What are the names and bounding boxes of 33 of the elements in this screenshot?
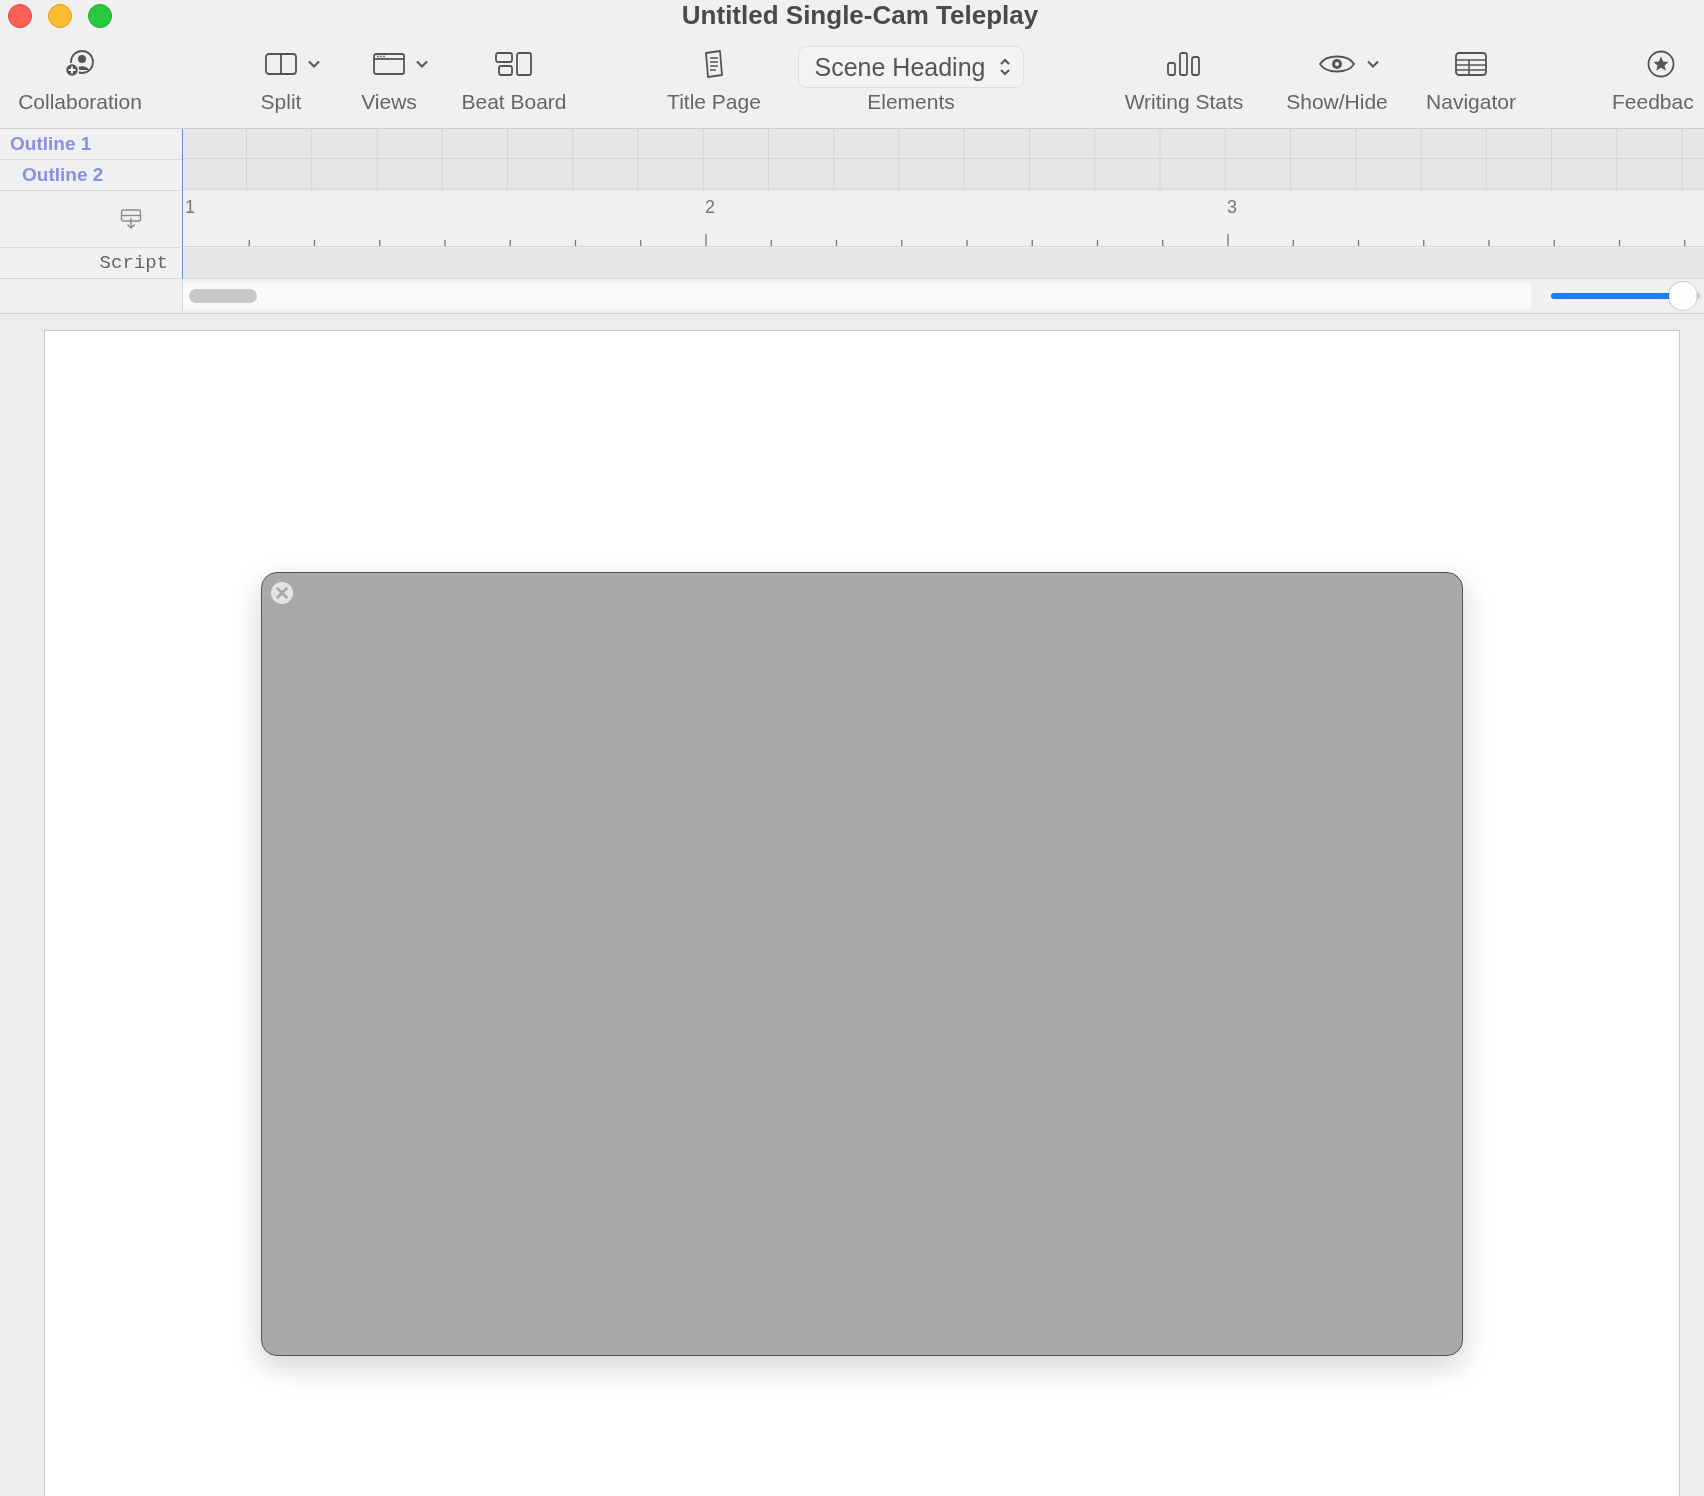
insert-icon[interactable] xyxy=(120,208,142,230)
table-icon[interactable] xyxy=(1454,51,1488,77)
toolbar-label: Feedbac xyxy=(1612,90,1694,114)
zoom-window-button[interactable] xyxy=(88,4,112,28)
bar-chart-icon[interactable] xyxy=(1166,51,1202,77)
collaboration-icon[interactable] xyxy=(63,49,97,79)
close-window-button[interactable] xyxy=(8,4,32,28)
outline-label[interactable]: Outline 1 xyxy=(10,133,92,155)
ruler-number: 3 xyxy=(1227,197,1238,218)
toolbar-label: Writing Stats xyxy=(1124,90,1244,114)
toolbar-label: Navigator xyxy=(1426,90,1516,114)
chevron-icon xyxy=(1366,59,1380,69)
element-type-popup[interactable]: Scene Heading xyxy=(797,46,1025,88)
toolbar-label: Show/Hide xyxy=(1286,90,1388,114)
up-down-chevron-icon xyxy=(999,57,1012,77)
window-icon[interactable] xyxy=(373,52,405,76)
zoom-slider[interactable] xyxy=(1551,282,1701,310)
board-icon[interactable] xyxy=(495,51,533,77)
ruler-number: 2 xyxy=(705,197,716,218)
toolbar-label: Views xyxy=(361,90,417,114)
ruler-number: 1 xyxy=(184,197,196,218)
toolbar-label: Title Page xyxy=(667,90,761,114)
toolbar-label: Elements xyxy=(867,90,955,114)
window-title: Untitled Single-Cam Teleplay xyxy=(681,0,1039,31)
outline-label[interactable]: Outline 2 xyxy=(22,164,104,186)
document-icon[interactable] xyxy=(702,49,726,79)
toolbar-label: Collaboration xyxy=(18,90,142,114)
horizontal-scrollbar[interactable] xyxy=(183,283,1531,309)
chevron-icon xyxy=(415,59,429,69)
toolbar-label: Split xyxy=(260,90,302,114)
split-view-icon[interactable] xyxy=(265,52,297,76)
toolbar-label: Beat Board xyxy=(461,90,567,114)
chevron-icon xyxy=(307,59,321,69)
